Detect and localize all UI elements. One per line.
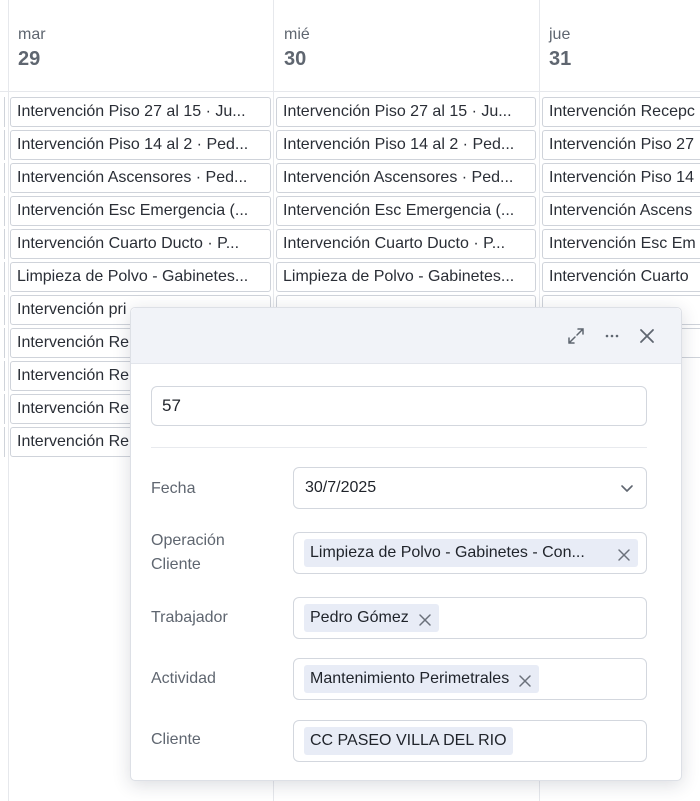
day-number: 29: [18, 48, 41, 70]
fecha-select[interactable]: 30/7/2025: [293, 467, 647, 509]
field-label-operacion-cliente: Operación Cliente: [151, 529, 225, 577]
field-label-fecha: Fecha: [151, 480, 196, 497]
day-name: jue: [549, 26, 571, 43]
trabajador-chip: Pedro Gómez: [304, 604, 439, 632]
day-name: mar: [18, 26, 46, 43]
expand-icon[interactable]: [564, 324, 588, 348]
day-header-tue[interactable]: mar 29: [18, 26, 46, 72]
x-icon[interactable]: [417, 610, 433, 626]
calendar-header: mar 29 mié 30 jue 31: [0, 0, 700, 92]
chip-label: CC PASEO VILLA DEL RIO: [310, 732, 507, 749]
calendar-event[interactable]: Intervención Piso 27: [542, 130, 700, 160]
record-title-input[interactable]: 57: [151, 386, 647, 426]
divider: [151, 447, 647, 448]
calendar-event[interactable]: Intervención Esc Emergencia (...: [276, 196, 536, 226]
cliente-field[interactable]: CC PASEO VILLA DEL RIO: [293, 720, 647, 762]
chip-label: Pedro Gómez: [310, 609, 409, 626]
day-number: 30: [284, 48, 307, 70]
calendar-event[interactable]: Limpieza de Polvo - Gabinetes...: [276, 262, 536, 292]
close-icon[interactable]: [635, 324, 659, 348]
calendar-event[interactable]: Intervención Esc Em: [542, 229, 700, 259]
calendar-event[interactable]: Intervención Ascensores · Ped...: [276, 163, 536, 193]
actividad-field[interactable]: Mantenimiento Perimetrales: [293, 658, 647, 700]
calendar-event[interactable]: Intervención Ascensores · Ped...: [10, 163, 271, 193]
calendar-event[interactable]: Intervención Piso 14: [542, 163, 700, 193]
field-label-cliente: Cliente: [151, 731, 201, 748]
more-icon[interactable]: [600, 324, 624, 348]
calendar-event[interactable]: Intervención Recepc: [542, 97, 700, 127]
calendar-event[interactable]: Limpieza de Polvo - Gabinetes...: [10, 262, 271, 292]
fecha-value: 30/7/2025: [305, 479, 377, 496]
operacion-chip: Limpieza de Polvo - Gabinetes - Con...: [304, 539, 638, 567]
calendar-event[interactable]: Intervención Piso 27 al 15 · Ju...: [10, 97, 271, 127]
cliente-chip: CC PASEO VILLA DEL RIO: [304, 727, 513, 755]
label-line: Cliente: [151, 556, 201, 573]
calendar-event[interactable]: Intervención Cuarto Ducto · P...: [276, 229, 536, 259]
calendar-event[interactable]: Intervención Ascens: [542, 196, 700, 226]
day-column-wed: Intervención Piso 27 al 15 · Ju... Inter…: [276, 97, 536, 328]
chip-label: Limpieza de Polvo - Gabinetes - Con...: [310, 544, 585, 561]
chip-label: Mantenimiento Perimetrales: [310, 670, 510, 687]
day-header-thu[interactable]: jue 31: [549, 26, 571, 72]
column-divider: [8, 0, 9, 801]
trabajador-field[interactable]: Pedro Gómez: [293, 597, 647, 639]
previous-day-edge: [0, 97, 5, 458]
chevron-down-icon: [620, 481, 634, 495]
calendar-event[interactable]: Intervención Esc Emergencia (...: [10, 196, 271, 226]
field-label-actividad: Actividad: [151, 670, 216, 687]
day-number: 31: [549, 48, 572, 70]
calendar-event[interactable]: Intervención Cuarto Ducto · P...: [10, 229, 271, 259]
record-detail-panel: 57 Fecha 30/7/2025 Operación Cliente Lim…: [130, 307, 682, 781]
day-name: mié: [284, 26, 310, 43]
x-icon[interactable]: [517, 671, 533, 687]
day-header-wed[interactable]: mié 30: [284, 26, 310, 72]
calendar-event[interactable]: Intervención Piso 14 al 2 · Ped...: [276, 130, 536, 160]
label-line: Operación: [151, 532, 225, 549]
panel-toolbar: [131, 308, 681, 364]
calendar-event[interactable]: Intervención Piso 27 al 15 · Ju...: [276, 97, 536, 127]
operacion-cliente-field[interactable]: Limpieza de Polvo - Gabinetes - Con...: [293, 532, 647, 574]
actividad-chip: Mantenimiento Perimetrales: [304, 665, 540, 693]
calendar-event[interactable]: Intervención Cuarto: [542, 262, 700, 292]
calendar-event[interactable]: Intervención Piso 14 al 2 · Ped...: [10, 130, 271, 160]
x-icon[interactable]: [616, 545, 632, 561]
field-label-trabajador: Trabajador: [151, 609, 228, 626]
